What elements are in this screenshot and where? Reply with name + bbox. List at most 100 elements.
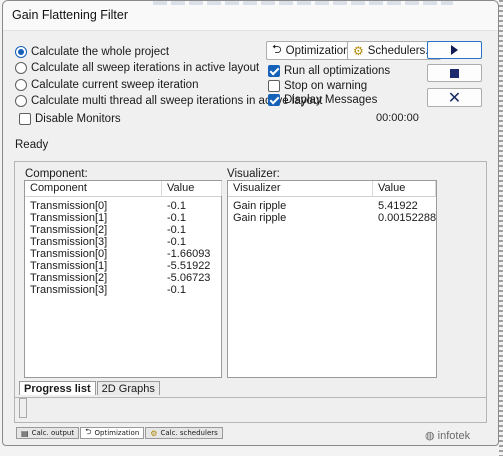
cell-value: -0.1 <box>167 224 186 236</box>
title-bar[interactable]: Gain Flattening Filter <box>3 1 498 31</box>
table-row[interactable]: Transmission[3] -0.1 <box>25 284 221 296</box>
tab-optimization[interactable]: ⮌ Optimization <box>80 427 145 439</box>
cancel-button[interactable]: ✕ <box>427 88 482 107</box>
bottom-tabs: ▤ Calc. output ⮌ Optimization ⚙ Calc. sc… <box>16 427 224 439</box>
tab-calc-schedulers[interactable]: ⚙ Calc. schedulers <box>145 427 223 439</box>
wechat-icon: ◍ <box>425 430 435 442</box>
radio-button[interactable] <box>15 46 27 58</box>
status-text: Ready <box>15 139 49 151</box>
column-header-value[interactable]: Value <box>378 182 405 194</box>
radio-button[interactable] <box>15 95 27 107</box>
table-row[interactable]: Transmission[3] -0.1 <box>25 236 221 248</box>
cell-value: -0.1 <box>167 284 186 296</box>
radio-label: Calculate all sweep iterations in active… <box>31 62 260 74</box>
radio-button[interactable] <box>15 62 27 74</box>
checkbox-label: Run all optimizations <box>284 65 391 77</box>
watermark: ◍ infotek <box>425 429 470 442</box>
cell-name: Transmission[1] <box>30 212 108 224</box>
table-row[interactable]: Transmission[2] -0.1 <box>25 224 221 236</box>
table-row[interactable]: Gain ripple 0.00152288 <box>228 212 436 224</box>
radio-calc-whole-project[interactable]: Calculate the whole project <box>15 44 169 60</box>
column-separator[interactable] <box>221 181 222 196</box>
table-row[interactable]: Transmission[2] -5.06723 <box>25 272 221 284</box>
play-icon <box>451 45 458 55</box>
view-tabs: Progress list 2D Graphs <box>19 381 161 395</box>
stop-button[interactable] <box>427 64 482 82</box>
component-section-label: Component: <box>25 168 88 180</box>
desktop-edge <box>499 0 503 456</box>
cell-name: Transmission[2] <box>30 272 108 284</box>
cell-name: Gain ripple <box>233 200 287 212</box>
visualizer-table[interactable]: Visualizer Value Gain ripple 5.41922 Gain … <box>227 180 437 378</box>
visualizer-section-label: Visualizer: <box>227 168 280 180</box>
watermark-text: infotek <box>437 430 471 442</box>
cell-value: -0.1 <box>167 212 186 224</box>
cell-value: -5.06723 <box>167 272 211 284</box>
component-table[interactable]: Component Value Transmission[0] -0.1 Trans… <box>24 180 222 378</box>
column-separator[interactable] <box>161 181 162 196</box>
column-header-visualizer[interactable]: Visualizer <box>233 182 281 194</box>
document-icon: ▤ <box>21 428 29 438</box>
output-panel <box>14 398 487 423</box>
table-row[interactable]: Transmission[0] -0.1 <box>25 200 221 212</box>
scheduler-icon: ⚙ <box>150 428 158 438</box>
cell-name: Transmission[2] <box>30 224 108 236</box>
radio-button[interactable] <box>15 79 27 91</box>
column-separator[interactable] <box>435 181 436 196</box>
optimization-icon: ⮌ <box>85 427 92 436</box>
cell-name: Transmission[0] <box>30 248 108 260</box>
tab-progress-list[interactable]: Progress list <box>19 381 96 395</box>
table-row[interactable]: Transmission[1] -0.1 <box>25 212 221 224</box>
scheduler-icon: ⚙ <box>353 43 364 58</box>
checkbox-box[interactable] <box>268 65 280 77</box>
optimizations-label: Optimizations <box>285 44 356 57</box>
stop-icon <box>450 68 459 78</box>
radio-label: Calculate the whole project <box>31 46 170 58</box>
cell-name: Transmission[3] <box>30 284 108 296</box>
cell-name: Transmission[1] <box>30 260 108 272</box>
cell-value: -5.51922 <box>167 260 211 272</box>
cell-name: Transmission[0] <box>30 200 108 212</box>
cell-value: -0.1 <box>167 200 186 212</box>
tab-label: Calc. output <box>31 429 75 437</box>
cell-value: -0.1 <box>167 236 186 248</box>
display-messages-checkbox[interactable]: Display Messages <box>268 92 377 108</box>
table-row[interactable]: Transmission[1] -5.51922 <box>25 260 221 272</box>
results-panel: Component: Visualizer: Component Value T… <box>14 161 487 398</box>
checkbox-box[interactable] <box>268 80 280 92</box>
cell-value: 0.00152288 <box>378 212 437 224</box>
optimization-icon: ⮌ <box>272 42 282 56</box>
cell-value: 5.41922 <box>378 200 418 212</box>
cell-value: -1.66093 <box>167 248 211 260</box>
visualizer-table-header: Visualizer Value <box>228 181 436 197</box>
radio-calc-all-sweep[interactable]: Calculate all sweep iterations in active… <box>15 60 259 76</box>
tab-label: Optimization <box>94 429 140 437</box>
column-header-value[interactable]: Value <box>167 182 194 194</box>
table-row[interactable]: Gain ripple 5.41922 <box>228 200 436 212</box>
radio-label: Calculate current sweep iteration <box>31 79 199 91</box>
cell-name: Gain ripple <box>233 212 287 224</box>
checkbox-label: Stop on warning <box>284 80 368 92</box>
run-button[interactable] <box>427 41 482 59</box>
component-table-header: Component Value <box>25 181 222 197</box>
checkbox-box[interactable] <box>268 94 280 106</box>
window-title: Gain Flattening Filter <box>12 8 129 22</box>
radio-calc-current-sweep[interactable]: Calculate current sweep iteration <box>15 77 198 93</box>
table-row[interactable]: Transmission[0] -1.66093 <box>25 248 221 260</box>
checkbox-box[interactable] <box>19 113 31 125</box>
checkbox-label: Display Messages <box>284 94 378 106</box>
column-header-component[interactable]: Component <box>30 182 87 194</box>
checkbox-label: Disable Monitors <box>35 113 121 125</box>
output-scroll-area[interactable] <box>19 398 27 418</box>
close-icon: ✕ <box>447 87 462 107</box>
tab-label: Calc. schedulers <box>160 429 218 437</box>
column-separator[interactable] <box>372 181 373 196</box>
elapsed-timer: 00:00:00 <box>376 112 419 124</box>
schedulers-label: Schedulers... <box>367 44 435 57</box>
cell-name: Transmission[3] <box>30 236 108 248</box>
background-window-strip <box>153 1 453 5</box>
tab-2d-graphs[interactable]: 2D Graphs <box>96 381 160 395</box>
run-all-optimizations-checkbox[interactable]: Run all optimizations <box>268 63 390 79</box>
disable-monitors-checkbox[interactable]: Disable Monitors <box>19 111 121 127</box>
tab-calc-output[interactable]: ▤ Calc. output <box>16 427 80 439</box>
